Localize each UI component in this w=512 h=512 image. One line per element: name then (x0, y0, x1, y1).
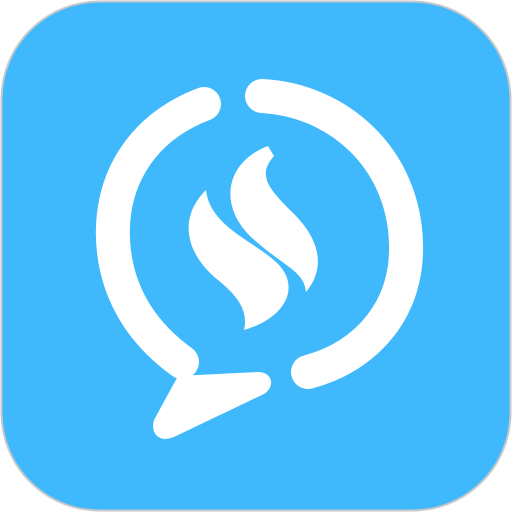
app-icon-canvas (0, 0, 512, 512)
chat-bubble-s-logo-icon[interactable] (0, 0, 512, 512)
